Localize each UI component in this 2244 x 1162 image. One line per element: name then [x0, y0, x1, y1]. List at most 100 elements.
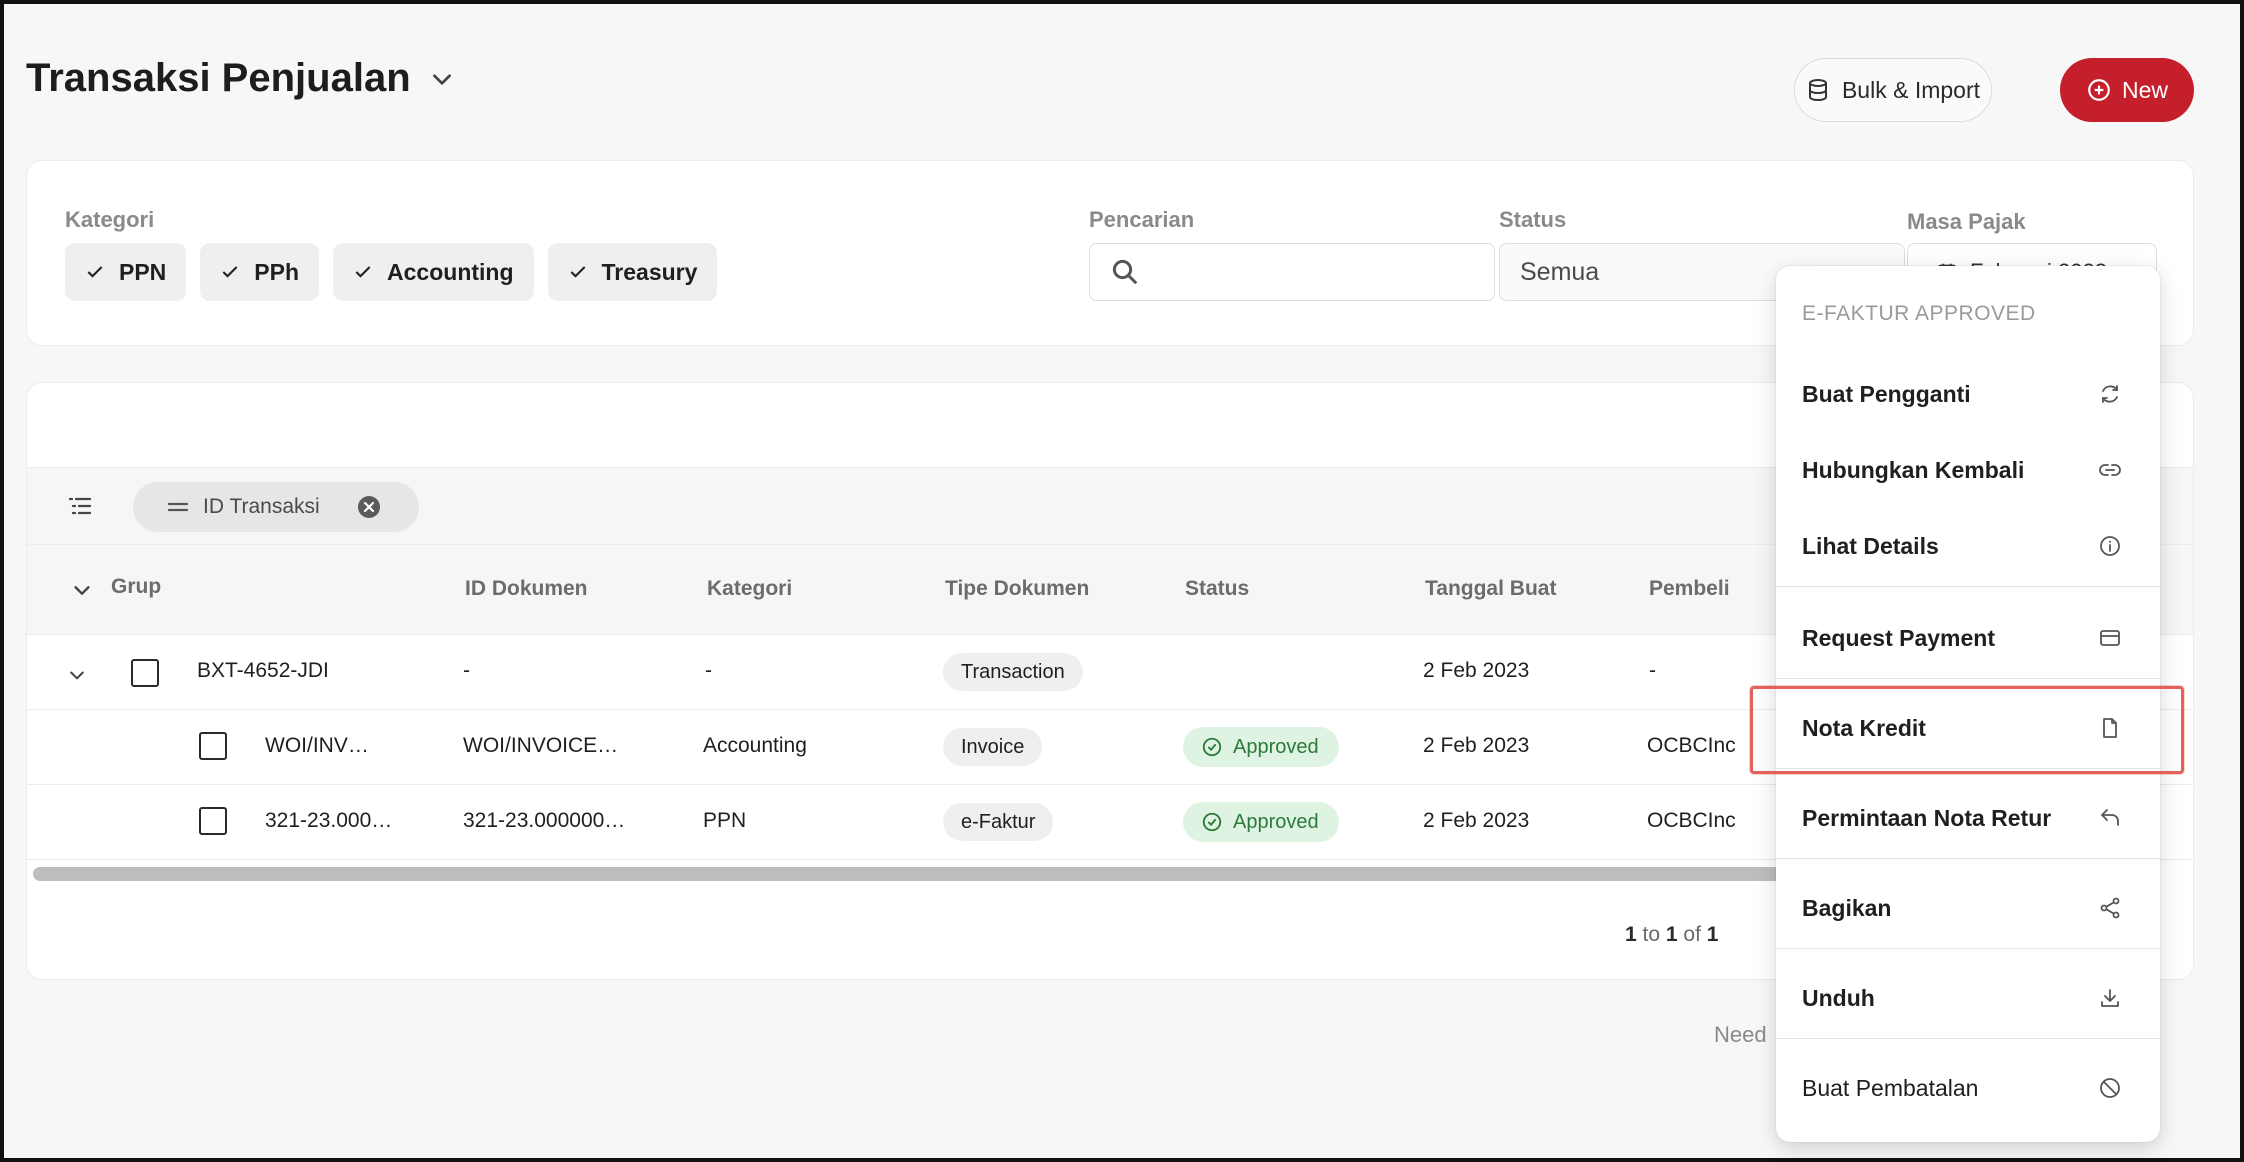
help-hint[interactable]: Need: [1714, 1022, 1767, 1048]
bulk-import-button[interactable]: Bulk & Import: [1794, 58, 1992, 122]
status-select-value: Semua: [1520, 257, 1600, 286]
info-icon: [2100, 536, 2120, 556]
column-header-grup[interactable]: Grup: [111, 575, 161, 599]
column-header-tanggal-buat[interactable]: Tanggal Buat: [1425, 577, 1556, 601]
menu-item-permintaan-nota-retur[interactable]: Permintaan Nota Retur: [1776, 780, 2160, 856]
page-title-text: Transaksi Penjualan: [26, 56, 411, 100]
cell-pembeli: -: [1649, 659, 1656, 682]
pagination-total: 1: [1706, 923, 1719, 946]
row-checkbox[interactable]: [199, 807, 227, 835]
share-icon: [2100, 897, 2120, 919]
menu-item-label: Hubungkan Kembali: [1802, 456, 2025, 483]
menu-item-request-payment[interactable]: Request Payment: [1776, 600, 2160, 676]
database-icon: [1808, 79, 1827, 102]
row-checkbox[interactable]: [199, 732, 227, 760]
menu-item-buat-pembatalan[interactable]: Buat Pembatalan: [1776, 1050, 2160, 1126]
credit-card-icon: [2100, 630, 2120, 646]
new-button[interactable]: New: [2060, 58, 2194, 122]
cell-kategori: -: [705, 659, 712, 682]
ban-icon: [2100, 1078, 2120, 1098]
menu-item-buat-pengganti[interactable]: Buat Pengganti: [1776, 356, 2160, 432]
menu-item-label: Lihat Details: [1802, 532, 1939, 559]
masa-pajak-label: Masa Pajak: [1907, 209, 2026, 234]
menu-item-bagikan[interactable]: Bagikan: [1776, 870, 2160, 946]
undo-icon: [2101, 809, 2119, 826]
cell-id-dokumen: WOI/INVOICE…: [463, 734, 619, 757]
column-header-status[interactable]: Status: [1185, 577, 1249, 601]
menu-item-label: Buat Pembatalan: [1802, 1074, 1979, 1101]
new-label: New: [2121, 76, 2168, 103]
chevron-down-icon: [432, 73, 451, 85]
menu-item-lihat-details[interactable]: Lihat Details: [1776, 508, 2160, 584]
menu-item-unduh[interactable]: Unduh: [1776, 960, 2160, 1036]
menu-divider: [1776, 678, 2160, 679]
status-badge: Approved: [1183, 802, 1339, 842]
check-circle-icon: [1202, 812, 1222, 832]
kategori-label: Kategori: [65, 207, 155, 232]
menu-divider: [1776, 948, 2160, 949]
tipe-dokumen-tag: Invoice: [943, 728, 1043, 766]
app-frame: Transaksi Penjualan Bulk & Import New Ka…: [0, 0, 2244, 1162]
menu-divider: [1776, 1038, 2160, 1039]
search-icon: [1112, 259, 1138, 285]
kategori-chips: PPN PPh Accounting Treasury: [65, 243, 718, 301]
list-icon[interactable]: [67, 494, 95, 518]
cell-grup: WOI/INV…: [265, 734, 369, 757]
menu-item-label: Permintaan Nota Retur: [1802, 804, 2052, 831]
menu-item-hubungkan-kembali[interactable]: Hubungkan Kembali: [1776, 432, 2160, 508]
search-input[interactable]: [1089, 243, 1495, 301]
cell-tanggal-buat: 2 Feb 2023: [1423, 734, 1530, 757]
chip-accounting[interactable]: Accounting: [333, 243, 534, 301]
column-header-id-dokumen[interactable]: ID Dokumen: [465, 577, 588, 601]
page-title[interactable]: Transaksi Penjualan: [26, 56, 455, 101]
chip-label: PPN: [119, 258, 167, 285]
tipe-dokumen-tag: Transaction: [943, 653, 1083, 691]
cell-pembeli: OCBCInc: [1647, 809, 1736, 832]
status-badge: Approved: [1183, 727, 1339, 767]
bulk-import-label: Bulk & Import: [1841, 76, 1981, 103]
chip-label: Treasury: [601, 258, 698, 285]
pagination-to: 1: [1665, 923, 1678, 946]
menu-item-label: Bagikan: [1802, 894, 1892, 921]
chip-pph[interactable]: PPh: [200, 243, 320, 301]
cell-grup: 321-23.000…: [265, 809, 393, 832]
chip-ppn[interactable]: PPN: [65, 243, 187, 301]
close-circle-icon[interactable]: [357, 495, 381, 519]
status-label: Status: [1499, 207, 1567, 232]
chip-treasury[interactable]: Treasury: [547, 243, 718, 301]
download-icon: [2101, 989, 2119, 1007]
cell-kategori: Accounting: [703, 734, 807, 757]
check-icon: [570, 266, 585, 278]
status-badge-label: Approved: [1233, 810, 1319, 833]
cell-id-dokumen: 321-23.000000…: [463, 809, 626, 832]
link-icon: [2099, 464, 2121, 476]
pagination-summary: 1 to 1 of 1: [1625, 923, 1718, 947]
menu-divider: [1776, 858, 2160, 859]
drag-handle-icon[interactable]: [167, 500, 189, 514]
check-icon: [355, 266, 371, 278]
menu-item-label: Request Payment: [1802, 624, 1996, 651]
check-icon: [222, 266, 238, 278]
chip-label: Accounting: [387, 258, 514, 285]
menu-item-label: Buat Pengganti: [1802, 380, 1971, 407]
refresh-icon: [2102, 385, 2118, 403]
pencarian-label: Pencarian: [1089, 207, 1195, 232]
menu-item-label: Unduh: [1802, 984, 1875, 1011]
status-badge-label: Approved: [1233, 735, 1319, 758]
pagination-to-word: to: [1642, 923, 1661, 946]
column-header-tipe-dokumen[interactable]: Tipe Dokumen: [945, 577, 1089, 601]
horizontal-scrollbar[interactable]: [33, 867, 1823, 881]
cell-grup: BXT-4652-JDI: [197, 659, 329, 682]
menu-header: E-FAKTUR APPROVED: [1802, 302, 2036, 325]
column-header-pembeli[interactable]: Pembeli: [1649, 577, 1730, 601]
column-header-kategori[interactable]: Kategori: [707, 577, 792, 601]
pagination-of-word: of: [1683, 923, 1701, 946]
cell-id-dokumen: -: [463, 659, 470, 682]
cell-kategori: PPN: [703, 809, 747, 832]
group-pill-id-transaksi[interactable]: ID Transaksi: [133, 482, 419, 532]
chevron-down-icon[interactable]: [71, 579, 93, 601]
chevron-down-icon[interactable]: [67, 665, 87, 685]
cell-pembeli: OCBCInc: [1647, 734, 1736, 757]
group-pill-label: ID Transaksi: [203, 495, 320, 518]
row-checkbox[interactable]: [131, 659, 159, 687]
